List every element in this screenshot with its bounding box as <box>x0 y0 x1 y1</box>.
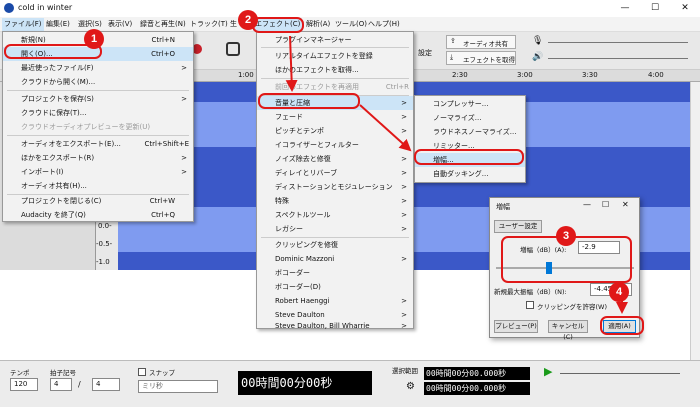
snap-label: スナップ <box>149 369 175 377</box>
bottom-toolbar: テンポ 120 拍子記号 4 / 4 スナップ ミリ秒 00時間00分00秒 選… <box>0 360 700 407</box>
step-badge-1: 1 <box>84 29 104 49</box>
arrows-overlay <box>285 35 628 314</box>
arrow-to-amplify <box>359 104 412 152</box>
time-signature-slash: / <box>78 380 81 389</box>
selection-label: 選択範囲 <box>392 367 418 375</box>
time-signature-denominator[interactable]: 4 <box>92 378 120 391</box>
selection-start[interactable]: 00時間00分00.000秒 <box>424 367 530 380</box>
play-icon[interactable]: ▶ <box>544 365 552 378</box>
snap-select[interactable]: ミリ秒 <box>138 380 218 393</box>
step-badge-4: 4 <box>609 282 629 302</box>
snap-checkbox[interactable] <box>138 368 146 376</box>
arrow-to-volume <box>285 35 298 92</box>
selection-end[interactable]: 00時間00分00.000秒 <box>424 382 530 395</box>
time-signature-numerator[interactable]: 4 <box>50 378 72 391</box>
time-display[interactable]: 00時間00分00秒 <box>238 371 372 395</box>
playback-speed-slider[interactable] <box>560 373 680 374</box>
step-badge-2: 2 <box>238 10 258 30</box>
time-signature-label: 拍子記号 <box>50 369 76 377</box>
gear-icon[interactable]: ⚙ <box>406 381 415 392</box>
tempo-label: テンポ <box>10 369 30 377</box>
step-badge-3: 3 <box>556 226 576 246</box>
tempo-input[interactable]: 120 <box>10 378 38 391</box>
